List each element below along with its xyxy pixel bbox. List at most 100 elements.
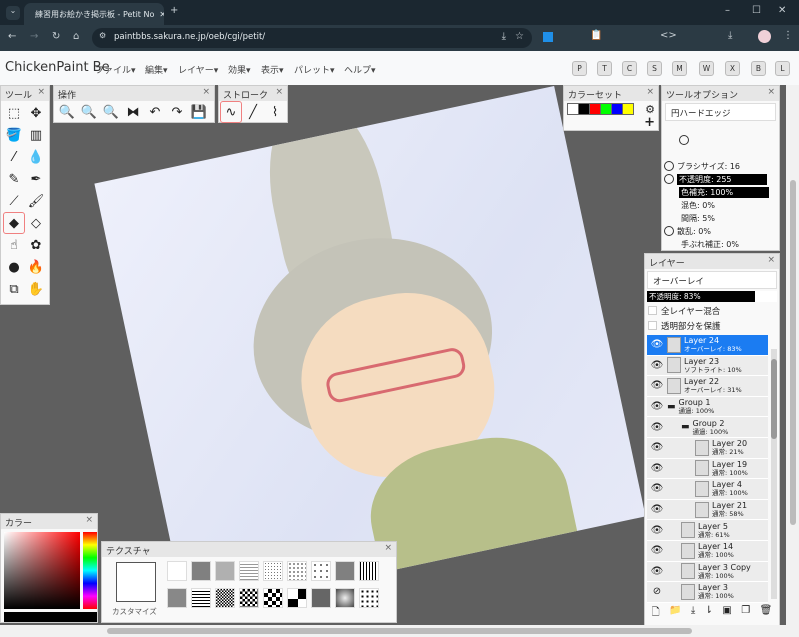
texture-swatch[interactable] <box>335 588 355 608</box>
burn-icon[interactable]: 🔥 <box>25 256 47 278</box>
clipboard-icon[interactable]: 📋 <box>590 30 602 41</box>
color-swatch[interactable] <box>622 103 634 115</box>
close-window-icon[interactable]: ✕ <box>778 5 786 16</box>
palette-toggle-m[interactable]: M <box>672 61 687 76</box>
close-icon[interactable]: × <box>384 543 392 553</box>
undo-icon[interactable]: ↶ <box>144 101 166 123</box>
brush-tip-select[interactable]: 円ハードエッジ <box>665 103 776 121</box>
layer-row[interactable]: 👁 Layer 23 ソフトライト: 10% <box>647 355 768 377</box>
layer-row[interactable]: 👁 ▬ Group 2 通過: 100% <box>647 417 768 438</box>
menu-effects[interactable]: 効果▾ <box>228 63 251 76</box>
move-icon[interactable]: ✥ <box>25 102 47 124</box>
layer-row[interactable]: 👁 Layer 19 通常: 100% <box>647 458 768 480</box>
dodge-icon[interactable]: ● <box>3 256 25 278</box>
spacing-slider[interactable]: 間隔: 5% <box>662 212 779 224</box>
delete-layer-icon[interactable]: 🗑 <box>760 605 773 622</box>
bookmark-star-icon[interactable]: ☆ <box>515 31 524 42</box>
layer-row[interactable]: 👁 Layer 24 オーバーレイ: 83% <box>647 335 768 356</box>
menu-edit[interactable]: 編集▾ <box>145 63 168 76</box>
panel-header[interactable]: カラーセット × <box>564 86 658 101</box>
eye-icon[interactable]: 👁 <box>647 442 667 453</box>
palette-toggle-t[interactable]: T <box>597 61 612 76</box>
eye-icon[interactable]: 👁 <box>647 339 667 350</box>
panel-header[interactable]: カラー × <box>1 514 97 529</box>
forward-icon[interactable]: → <box>30 31 38 42</box>
palette-toggle-s[interactable]: S <box>647 61 662 76</box>
zoom-100-icon[interactable]: 🔍 <box>100 101 122 123</box>
layer-row[interactable]: 👁 Layer 20 通常: 21% <box>647 437 768 459</box>
eye-icon[interactable]: 👁 <box>647 422 667 433</box>
panel-header[interactable]: レイヤー × <box>645 254 779 269</box>
gradient-icon[interactable]: ▥ <box>25 124 47 146</box>
texture-swatch[interactable] <box>287 561 307 581</box>
pencil-icon[interactable]: ✎ <box>3 168 25 190</box>
smoothing-slider[interactable]: 手ぶれ補正: 0% <box>662 238 779 250</box>
blend-mode-select[interactable]: オーバーレイ <box>647 271 777 289</box>
home-icon[interactable]: ⌂ <box>73 31 79 42</box>
texture-swatch[interactable] <box>239 561 259 581</box>
flip-icon[interactable]: ⧓ <box>122 101 144 123</box>
download-icon[interactable]: ⤓ <box>728 30 732 41</box>
layer-row[interactable]: 👁 ▬ Group 1 通過: 100% <box>647 396 768 418</box>
texture-swatch[interactable] <box>263 561 283 581</box>
lock-alpha-checkbox[interactable] <box>648 321 657 330</box>
duplicate-layer-icon[interactable]: ❐ <box>741 605 750 622</box>
panel-header[interactable]: ストローク × <box>219 86 287 101</box>
bezier-stroke-icon[interactable]: ⌇ <box>264 101 286 123</box>
redo-icon[interactable]: ↷ <box>166 101 188 123</box>
tab-search-icon[interactable]: ⌄ <box>6 6 20 20</box>
profile-avatar[interactable] <box>758 30 771 43</box>
eye-icon[interactable]: 👁 <box>647 463 667 474</box>
layer-row[interactable]: ⊘ Layer 3 通常: 100% <box>647 582 768 603</box>
eye-icon[interactable]: 👁 <box>647 483 667 494</box>
soft-eraser-icon[interactable]: ◇ <box>25 212 47 234</box>
texture-swatch[interactable] <box>359 561 379 581</box>
texture-swatch[interactable] <box>167 561 187 581</box>
menu-palettes[interactable]: パレット▾ <box>294 63 335 76</box>
palette-toggle-l[interactable]: L <box>775 61 790 76</box>
layer-row[interactable]: 👁 Layer 14 通常: 100% <box>647 540 768 562</box>
airbrush-icon[interactable]: ⟋ <box>3 190 25 212</box>
site-info-icon[interactable]: ⚙ <box>99 31 106 40</box>
texture-swatch[interactable] <box>215 561 235 581</box>
vertical-scrollbar[interactable] <box>786 85 799 625</box>
transform-icon[interactable]: ⧉ <box>3 278 25 300</box>
close-icon[interactable]: × <box>646 87 654 97</box>
scatter-slider[interactable]: 散乱: 0% <box>677 226 711 237</box>
add-icon[interactable]: + <box>644 115 655 130</box>
layer-row[interactable]: 👁 Layer 22 オーバーレイ: 31% <box>647 376 768 397</box>
scrollbar-thumb[interactable] <box>107 628 692 634</box>
pressure-toggle-icon[interactable] <box>664 174 674 184</box>
palette-toggle-c[interactable]: C <box>622 61 637 76</box>
menu-layer[interactable]: レイヤー▾ <box>178 63 218 76</box>
texture-swatch[interactable] <box>359 588 379 608</box>
blender-icon[interactable]: ✿ <box>25 234 47 256</box>
maximize-icon[interactable]: ☐ <box>752 5 761 16</box>
browser-tab[interactable]: 練習用お絵かき掲示板 - Petit No ✕ <box>24 3 164 25</box>
texture-swatch[interactable] <box>167 588 187 608</box>
merge-down-icon[interactable]: ⤓ <box>691 605 695 622</box>
texture-swatch[interactable] <box>311 588 331 608</box>
texture-swatch[interactable] <box>239 588 259 608</box>
palette-toggle-x[interactable]: X <box>725 61 740 76</box>
code-icon[interactable]: <> <box>660 30 677 41</box>
smudge-icon[interactable]: ☝ <box>3 234 25 256</box>
drawing-canvas[interactable] <box>94 85 646 615</box>
eye-icon[interactable]: 👁 <box>647 504 667 515</box>
layer-opacity-slider[interactable]: 不透明度: 83% <box>647 291 777 302</box>
pressure-toggle-icon[interactable] <box>664 161 674 171</box>
brush-size-slider[interactable]: ブラシサイズ: 16 <box>677 161 740 172</box>
layer-row[interactable]: 👁 Layer 4 通常: 100% <box>647 479 768 500</box>
minimize-icon[interactable]: – <box>725 5 730 16</box>
new-group-icon[interactable]: 📁 <box>669 605 681 622</box>
extension-icon[interactable] <box>543 32 553 42</box>
url-input[interactable]: ⚙ paintbbs.sakura.ne.jp/oeb/cgi/petit/ ⤓… <box>92 28 532 48</box>
panel-header[interactable]: 操作 × <box>54 86 214 101</box>
reload-icon[interactable]: ↻ <box>52 31 60 42</box>
palette-toggle-p[interactable]: P <box>572 61 587 76</box>
close-icon[interactable]: × <box>767 87 775 97</box>
hue-slider[interactable] <box>83 532 97 609</box>
zoom-in-icon[interactable]: 🔍 <box>56 101 78 123</box>
mix-slider[interactable]: 混色: 0% <box>662 199 779 211</box>
menu-view[interactable]: 表示▾ <box>261 63 284 76</box>
